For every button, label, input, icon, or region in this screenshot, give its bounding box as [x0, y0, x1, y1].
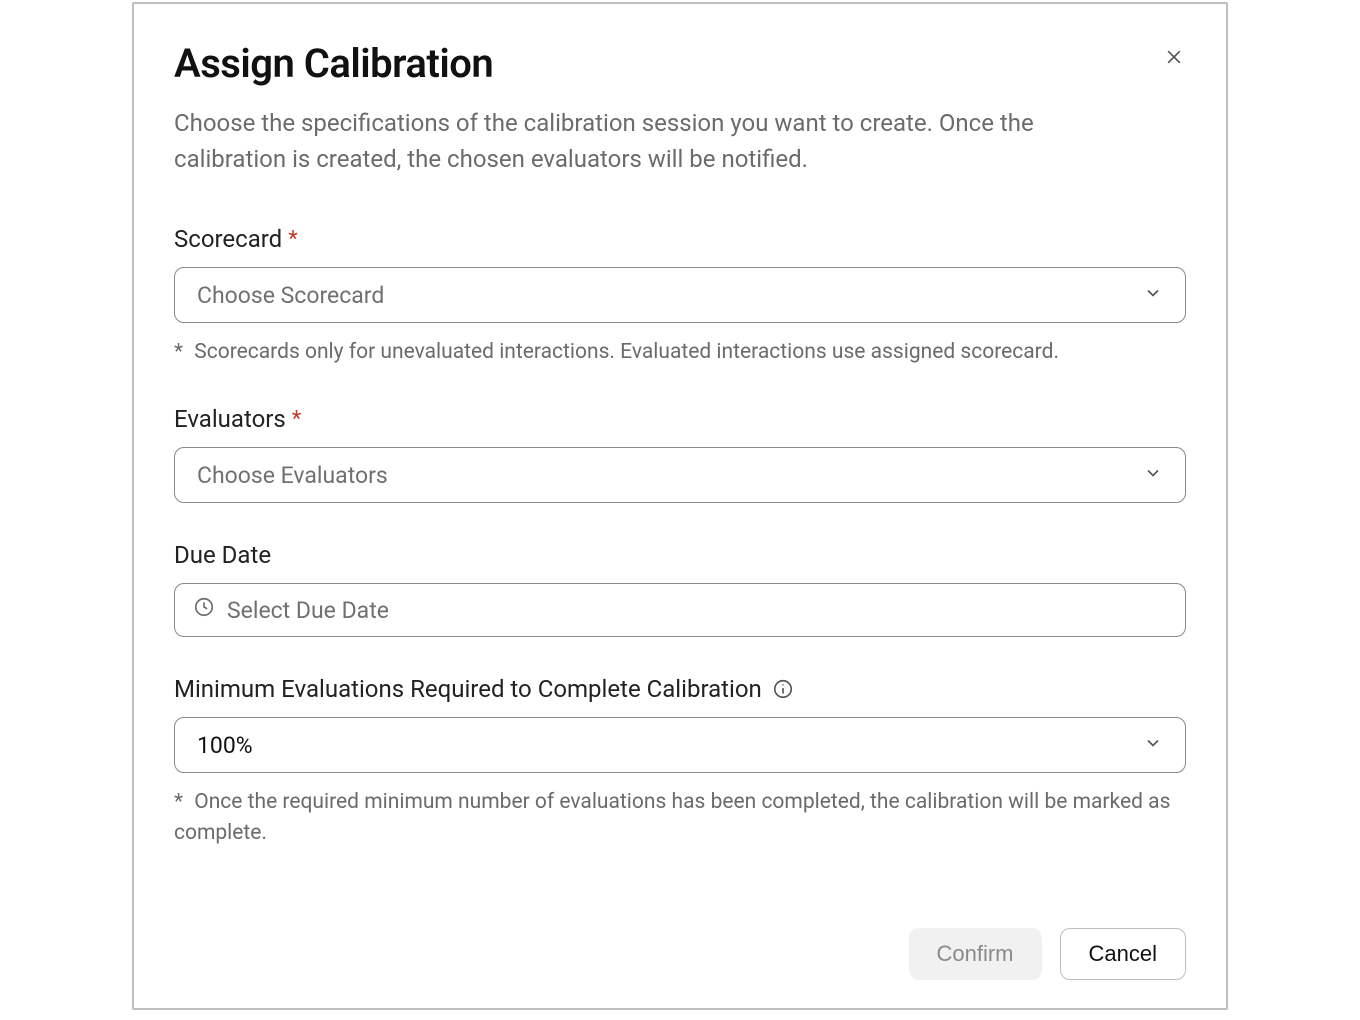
min-eval-field: Minimum Evaluations Required to Complete… [174, 675, 1186, 848]
min-eval-select[interactable]: 100% [174, 717, 1186, 773]
due-date-input[interactable]: Select Due Date [174, 583, 1186, 637]
help-star: * [174, 790, 183, 814]
evaluators-placeholder: Choose Evaluators [197, 462, 388, 489]
chevron-down-icon [1143, 282, 1163, 309]
min-eval-value: 100% [197, 732, 253, 759]
chevron-down-icon [1143, 732, 1163, 759]
evaluators-label: Evaluators * [174, 405, 1186, 433]
info-icon[interactable] [772, 678, 794, 700]
close-icon [1164, 47, 1184, 70]
scorecard-help-text: Scorecards only for unevaluated interact… [194, 340, 1059, 364]
scorecard-label: Scorecard * [174, 225, 1186, 253]
due-date-label-text: Due Date [174, 541, 271, 569]
confirm-button[interactable]: Confirm [909, 928, 1042, 980]
close-button[interactable] [1160, 44, 1188, 72]
min-eval-label: Minimum Evaluations Required to Complete… [174, 675, 1186, 703]
min-eval-help-text: Once the required minimum number of eval… [174, 790, 1170, 844]
dialog-footer: Confirm Cancel [174, 908, 1186, 980]
evaluators-field: Evaluators * Choose Evaluators [174, 405, 1186, 503]
scorecard-select[interactable]: Choose Scorecard [174, 267, 1186, 323]
cancel-button[interactable]: Cancel [1060, 928, 1186, 980]
required-star: * [288, 227, 297, 252]
evaluators-select[interactable]: Choose Evaluators [174, 447, 1186, 503]
min-eval-help: * Once the required minimum number of ev… [174, 787, 1186, 848]
due-date-label: Due Date [174, 541, 1186, 569]
required-star: * [292, 407, 301, 432]
min-eval-label-text: Minimum Evaluations Required to Complete… [174, 675, 762, 703]
scorecard-field: Scorecard * Choose Scorecard * Scorecard… [174, 225, 1186, 367]
help-star: * [174, 340, 183, 364]
clock-icon [193, 596, 215, 624]
evaluators-label-text: Evaluators [174, 405, 286, 433]
scorecard-help: * Scorecards only for unevaluated intera… [174, 337, 1186, 367]
assign-calibration-dialog: Assign Calibration Choose the specificat… [132, 2, 1228, 1010]
scorecard-placeholder: Choose Scorecard [197, 282, 384, 309]
scorecard-label-text: Scorecard [174, 225, 282, 253]
chevron-down-icon [1143, 462, 1163, 489]
due-date-field: Due Date Select Due Date [174, 541, 1186, 637]
dialog-title: Assign Calibration [174, 40, 1186, 87]
dialog-subtitle: Choose the specifications of the calibra… [174, 105, 1114, 177]
due-date-placeholder: Select Due Date [227, 597, 389, 624]
